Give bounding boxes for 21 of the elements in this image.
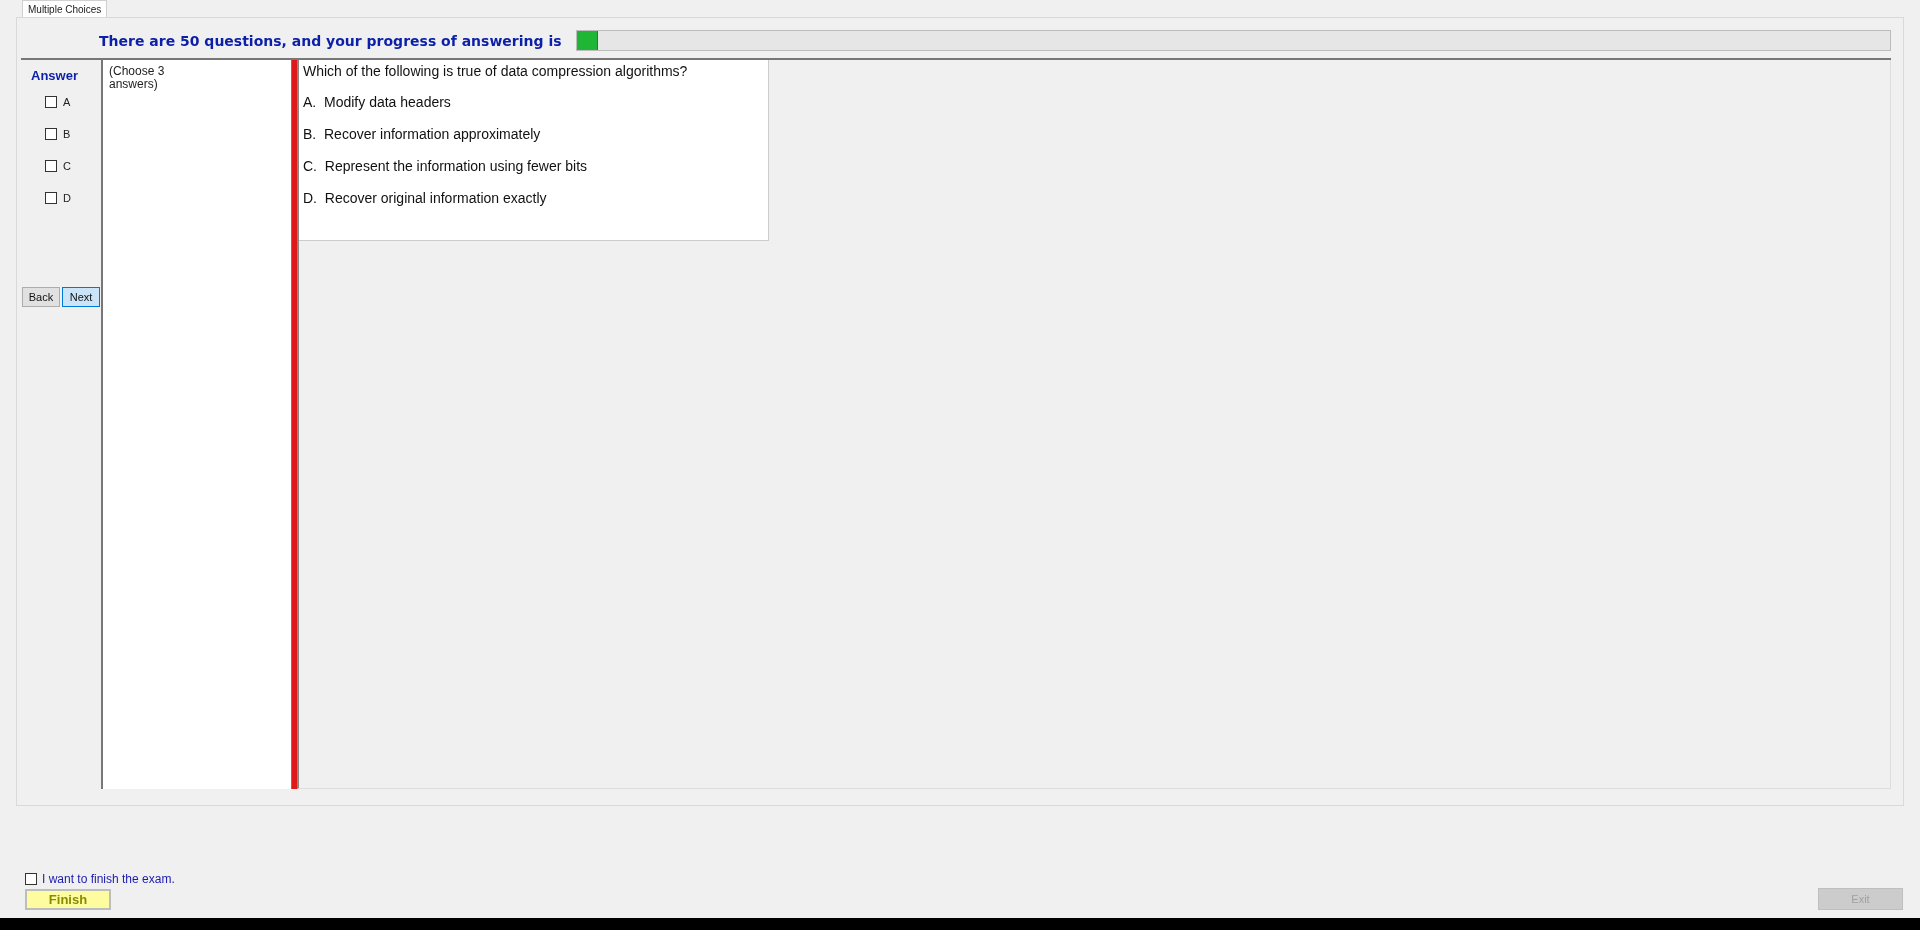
choice-text: D. Recover original information exactly	[303, 190, 547, 206]
choice-text: A. Modify data headers	[303, 94, 451, 110]
option-label: B	[63, 128, 71, 140]
option-label: D	[63, 192, 71, 204]
checkbox[interactable]	[45, 96, 57, 108]
tab[interactable]: Multiple Choices	[22, 0, 108, 17]
finish-confirm-label: I want to finish the exam.	[42, 872, 175, 886]
next-button[interactable]: Next	[62, 287, 100, 307]
choice-text: B. Recover information approximately	[303, 126, 541, 142]
option-label: C	[63, 160, 71, 172]
checkbox[interactable]	[45, 160, 57, 172]
question-text: Which of the following is true of data compression algorithms?	[303, 63, 688, 79]
checkbox[interactable]	[45, 192, 57, 204]
answer-heading: Answer	[31, 68, 78, 83]
back-button[interactable]: Back	[22, 287, 60, 307]
option-label: A	[63, 96, 71, 108]
progress-text: There are 50 questions, and your progress of answering is	[99, 32, 562, 49]
checkbox[interactable]	[45, 128, 57, 140]
choice-text: C. Represent the information using fewer bits	[303, 158, 588, 174]
checkbox[interactable]	[25, 873, 37, 885]
note-text: (Choose 3 answers)	[109, 65, 165, 92]
